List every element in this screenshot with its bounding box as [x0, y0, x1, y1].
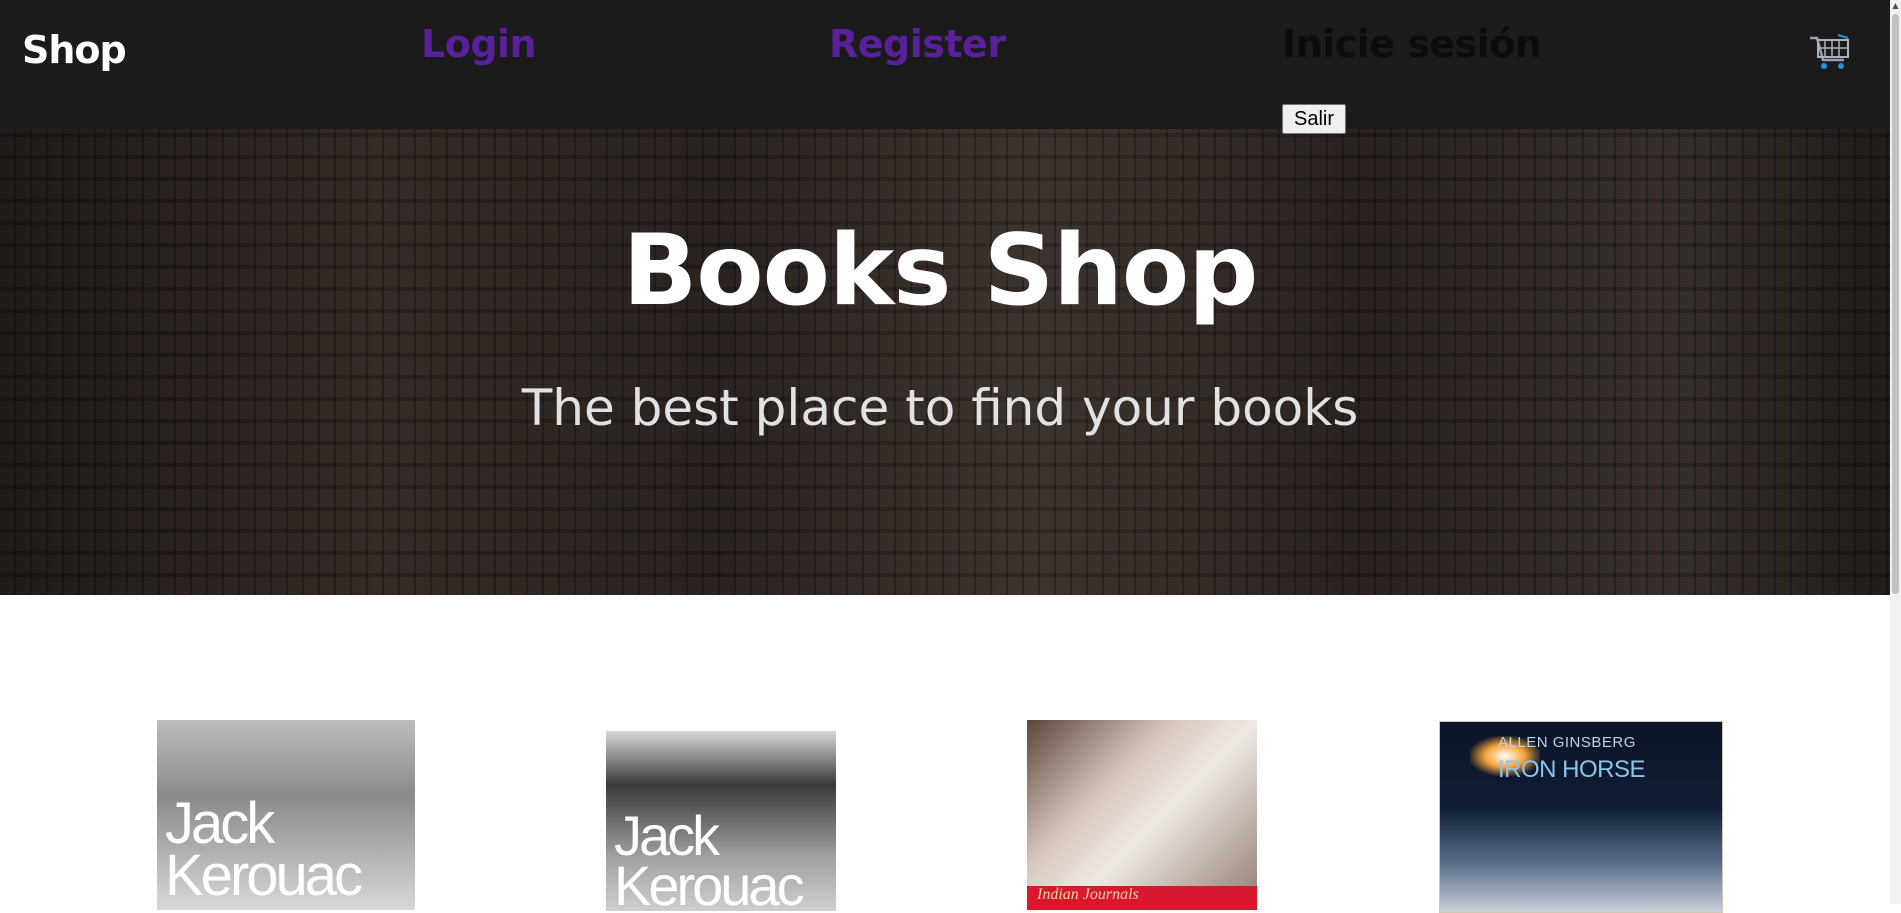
logout-button[interactable]: Salir: [1282, 104, 1346, 134]
brand-link[interactable]: Shop: [22, 28, 127, 72]
cover-title: Jack Kerouac: [614, 804, 805, 912]
product-cover[interactable]: Jack Kerouac: [157, 720, 415, 910]
hero-subtitle: The best place to find your books: [521, 379, 1359, 437]
hero-overlay: [0, 129, 1890, 595]
page-scrollbar[interactable]: ▲: [1890, 0, 1901, 904]
nav-login-link[interactable]: Login: [421, 22, 537, 66]
scroll-up-arrow-icon[interactable]: ▲: [1891, 0, 1900, 12]
cover-title: IRON HORSE: [1498, 756, 1646, 783]
product-cover[interactable]: Jack Kerouac: [606, 731, 836, 911]
hero-banner: Books Shop The best place to find your b…: [0, 129, 1890, 595]
cover-title: Jack Kerouac: [165, 791, 363, 908]
hero-title: Books Shop: [622, 214, 1259, 328]
top-navbar: Shop Login Register Inicie sesión: [0, 0, 1890, 129]
nav-register-link[interactable]: Register: [829, 22, 1006, 66]
product-cover[interactable]: Indian Journals: [1027, 720, 1257, 910]
product-cover[interactable]: ALLEN GINSBERG IRON HORSE: [1439, 721, 1723, 913]
cover-author: ALLEN GINSBERG: [1498, 734, 1636, 751]
user-status-label: Inicie sesión: [1282, 22, 1542, 66]
scrollbar-thumb[interactable]: [1892, 14, 1899, 594]
cover-title: Indian Journals: [1037, 886, 1139, 903]
shopping-cart-icon[interactable]: [1808, 32, 1852, 74]
